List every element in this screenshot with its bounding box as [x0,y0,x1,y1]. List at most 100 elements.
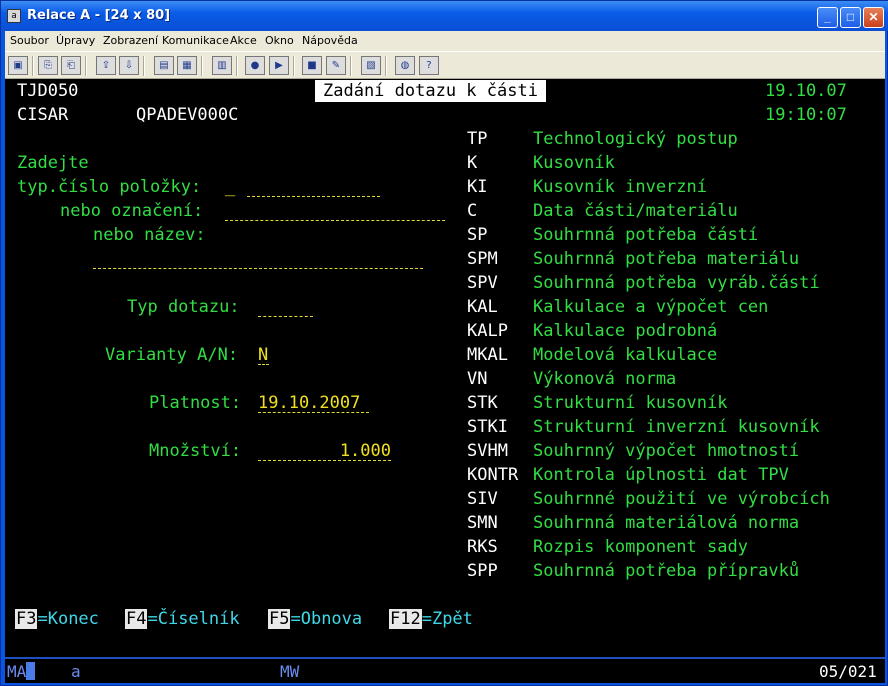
record-icon[interactable]: ● [245,56,265,75]
display2-icon[interactable]: ▦ [177,56,197,75]
option-code: STK [467,393,498,413]
stop-icon[interactable]: ■ [302,56,322,75]
option-code: SPV [467,273,498,293]
program-id: TJD050 [17,81,79,101]
cursor-block [26,662,36,680]
option-code: K [467,153,478,173]
varianty-label: Varianty A/N: [105,345,239,365]
menu-okno[interactable]: Okno [265,34,294,47]
time: 19:10:07 [765,105,847,125]
user-id: CISAR [17,105,69,125]
close-button[interactable]: ✕ [863,7,884,28]
emulator-window: a Relace A - [24 x 80] _ □ ✕ Soubor Úpra… [0,0,888,686]
receive-icon[interactable]: ⇩ [119,56,139,75]
option-description: Souhrnná materiálová norma [533,513,800,533]
option-code: SPP [467,561,498,581]
nazev-field[interactable] [93,249,423,269]
typ-cislo-prefix-field[interactable]: _ [225,177,235,197]
nazev-label: nebo název: [93,225,206,245]
option-description: Kontrola úplnosti dat TPV [533,465,789,485]
fkey-f4[interactable]: F4=Číselník [125,609,240,629]
fkey-f12-label: =Zpět [421,609,473,629]
fkey-f5-key: F5 [268,609,291,629]
option-description: Rozpis komponent sady [533,537,748,557]
typ-dotazu-label: Typ dotazu: [127,297,240,317]
option-description: Kalkulace a výpočet cen [533,297,769,317]
fkey-f4-key: F4 [125,609,148,629]
cursor-position: 05/021 [819,662,877,681]
clipboard-icon[interactable]: ▧ [361,56,381,75]
mnozstvi-label: Množství: [149,441,242,461]
menu-upravy[interactable]: Úpravy [56,34,95,47]
option-code: KALP [467,321,508,341]
option-code: KI [467,177,488,197]
oznaceni-field[interactable] [225,201,445,221]
display-icon[interactable]: ▤ [154,56,174,75]
option-code: KONTR [467,465,519,485]
option-description: Strukturní inverzní kusovník [533,417,820,437]
menu-bar: Soubor Úpravy Zobrazení Komunikace Akce … [5,31,885,51]
fkey-f5[interactable]: F5=Obnova [268,609,362,629]
fkey-f5-label: =Obnova [290,609,363,629]
copy-icon[interactable]: ⎘ [38,56,58,75]
globe-icon[interactable]: ◍ [395,56,415,75]
option-description: Kalkulace podrobná [533,321,718,341]
option-description: Souhrnná potřeba částí [533,225,759,245]
option-code: RKS [467,537,498,557]
option-description: Souhrnný výpočet hmotností [533,441,800,461]
menu-zobrazeni[interactable]: Zobrazení [103,34,158,47]
maximize-button[interactable]: □ [840,7,861,28]
platnost-label: Platnost: [149,393,242,413]
help-icon[interactable]: ? [419,56,439,75]
oznaceni-label: nebo označení: [60,201,204,221]
typ-cislo-label: typ.číslo položky: [17,177,202,197]
option-code: SIV [467,489,498,509]
menu-soubor[interactable]: Soubor [10,34,49,47]
option-code: SVHM [467,441,508,461]
typ-dotazu-field[interactable] [258,297,313,317]
fkey-f3-label: =Konec [37,609,99,629]
macro-icon[interactable]: ▥ [212,56,232,75]
option-description: Strukturní kusovník [533,393,728,413]
option-code: SMN [467,513,498,533]
fkey-f3-key: F3 [15,609,38,629]
option-description: Souhrnná potřeba přípravků [533,561,800,581]
option-code: KAL [467,297,498,317]
title-bar[interactable]: a Relace A - [24 x 80] _ □ ✕ [1,1,888,31]
fkey-f3[interactable]: F3=Konec [15,609,99,629]
option-code: MKAL [467,345,508,365]
send-icon[interactable]: ⇪ [96,56,116,75]
option-code: STKI [467,417,508,437]
session-indicator: MA [7,662,36,681]
terminal-screen[interactable]: TJD050 CISAR QPADEV000C Zadání dotazu k … [5,79,885,657]
menu-napoveda[interactable]: Nápověda [302,34,358,47]
device-id: QPADEV000C [136,105,239,125]
screen-icon[interactable]: ▣ [8,56,28,75]
platnost-field[interactable]: 19.10.2007 [258,393,369,413]
play-icon[interactable]: ▶ [269,56,289,75]
mnozstvi-field[interactable]: 1.000 [258,441,391,461]
mode-indicator: a [71,662,81,681]
paste-icon[interactable]: ⎗ [61,56,81,75]
option-description: Kusovník [533,153,615,173]
option-code: SPM [467,249,498,269]
menu-komunikace[interactable]: Komunikace [162,34,229,47]
app-icon[interactable]: a [7,9,21,23]
fkey-f12[interactable]: F12=Zpět [389,609,473,629]
option-code: TP [467,129,488,149]
minimize-button[interactable]: _ [817,7,838,28]
message-wait-indicator: MW [280,662,300,681]
menu-akce[interactable]: Akce [230,34,257,47]
option-description: Technologický postup [533,129,738,149]
option-code: C [467,201,478,221]
option-code: SP [467,225,488,245]
varianty-field[interactable]: N [258,345,269,365]
date: 19.10.07 [765,81,847,101]
script-icon[interactable]: ✎ [326,56,346,75]
option-code: VN [467,369,488,389]
option-description: Data části/materiálu [533,201,738,221]
typ-cislo-field[interactable] [247,177,380,197]
option-description: Výkonová norma [533,369,677,389]
option-description: Souhrnná potřeba vyráb.částí [533,273,820,293]
screen-title: Zadání dotazu k části [315,80,546,102]
